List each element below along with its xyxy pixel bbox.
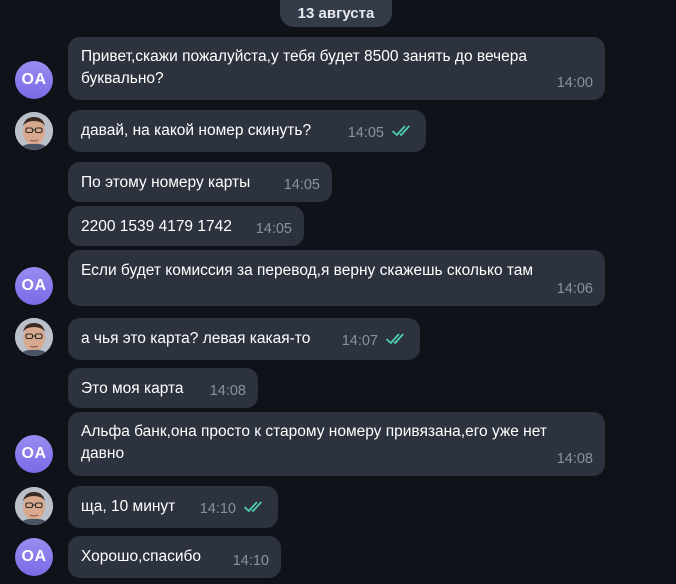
message-time: 14:05 [347, 125, 384, 141]
message-incoming[interactable]: Альфа банк,она просто к старому номеру п… [68, 412, 605, 476]
user-photo-avatar [15, 318, 53, 356]
message-incoming[interactable]: Хорошо,спасибо 14:10 [68, 536, 281, 578]
user-avatar[interactable] [15, 487, 53, 525]
message-time: 14:05 [283, 177, 320, 193]
message-text: Это моя карта [81, 380, 184, 397]
double-check-icon [392, 122, 414, 144]
message-incoming[interactable]: Если будет комиссия за перевод,я верну с… [68, 250, 605, 306]
contact-avatar[interactable]: OA [15, 61, 53, 99]
message-outgoing[interactable]: а чья это карта? левая какая-то 14:07 [68, 318, 420, 360]
message-text: ща, 10 минут [81, 498, 176, 515]
message-incoming[interactable]: Это моя карта 14:08 [68, 368, 258, 408]
message-incoming[interactable]: 2200 1539 4179 1742 14:05 [68, 206, 304, 246]
message-text: Альфа банк,она просто к старому номеру п… [81, 423, 547, 462]
contact-avatar[interactable]: OA [15, 267, 53, 305]
message-time: 14:10 [199, 501, 236, 517]
message-time: 14:06 [556, 281, 593, 297]
message-incoming[interactable]: Привет,скажи пожалуйста,у тебя будет 850… [68, 37, 605, 100]
user-photo-avatar [15, 112, 53, 150]
message-time: 14:08 [209, 383, 246, 399]
user-avatar[interactable] [15, 112, 53, 150]
message-time: 14:08 [556, 451, 593, 467]
contact-avatar[interactable]: OA [15, 435, 53, 473]
message-text: По этому номеру карты [81, 174, 251, 191]
double-check-icon [244, 498, 266, 520]
message-text: Привет,скажи пожалуйста,у тебя будет 850… [81, 48, 527, 87]
message-time: 14:00 [556, 75, 593, 91]
message-text: Если будет комиссия за перевод,я верну с… [81, 262, 534, 279]
user-avatar[interactable] [15, 318, 53, 356]
message-text: давай, на какой номер скинуть? [81, 122, 312, 139]
message-text: Хорошо,спасибо [81, 548, 202, 565]
message-text: 2200 1539 4179 1742 [81, 218, 232, 235]
contact-avatar[interactable]: OA [15, 538, 53, 576]
double-check-icon [386, 330, 408, 352]
message-incoming[interactable]: По этому номеру карты 14:05 [68, 162, 332, 202]
message-outgoing[interactable]: давай, на какой номер скинуть? 14:05 [68, 110, 426, 152]
message-text: а чья это карта? левая какая-то [81, 330, 311, 347]
message-outgoing[interactable]: ща, 10 минут 14:10 [68, 486, 278, 528]
date-separator: 13 августа [280, 0, 392, 27]
message-time: 14:10 [232, 553, 269, 569]
user-photo-avatar [15, 487, 53, 525]
message-time: 14:07 [341, 333, 378, 349]
message-time: 14:05 [255, 221, 292, 237]
